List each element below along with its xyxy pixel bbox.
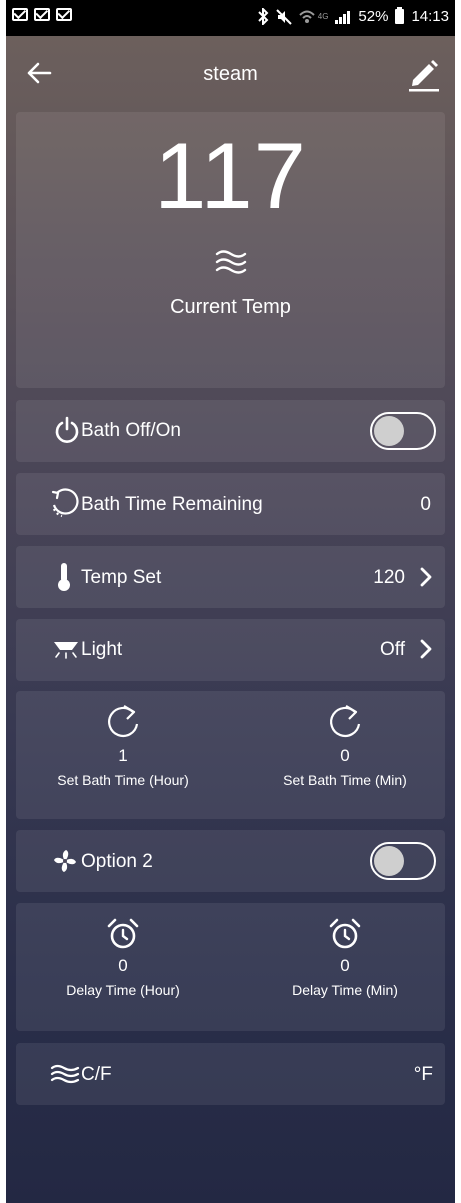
- network-type: 4G: [317, 12, 329, 21]
- alarm-clock-icon: [107, 918, 139, 949]
- steam-icon: [50, 1064, 80, 1084]
- chevron-right-icon: [420, 639, 432, 659]
- signal-icon: [335, 10, 351, 24]
- option2-row: Option 2: [16, 830, 445, 892]
- cf-row[interactable]: C/F °F: [16, 1043, 445, 1105]
- current-temp-label: Current Temp: [170, 296, 291, 318]
- bath-onoff-row: Bath Off/On: [16, 400, 445, 462]
- chevron-right-icon: [420, 567, 432, 587]
- cf-value: °F: [413, 1064, 433, 1085]
- mail-icon: [34, 8, 50, 21]
- battery-icon: [395, 7, 405, 24]
- temp-set-label: Temp Set: [81, 567, 162, 588]
- set-bath-time-hour-value: 1: [118, 746, 128, 765]
- wifi-icon: [299, 10, 315, 23]
- bath-time-remaining-label: Bath Time Remaining: [81, 494, 263, 515]
- battery-percent: 52%: [358, 8, 389, 25]
- mail-icon: [56, 8, 72, 21]
- set-bath-time-min-value: 0: [340, 746, 350, 765]
- toggle-knob: [374, 416, 404, 446]
- system-icons: 4G 52% 14:13: [257, 7, 449, 25]
- delay-time-min[interactable]: 0 Delay Time (Min): [238, 917, 452, 998]
- refresh-icon: [108, 705, 139, 738]
- power-icon: [55, 416, 79, 443]
- light-label: Light: [81, 639, 123, 660]
- delay-time-hour-value: 0: [118, 956, 128, 975]
- mail-icon: [12, 8, 28, 21]
- bath-time-remaining-row: Bath Time Remaining 0: [16, 473, 445, 535]
- cf-label: C/F: [81, 1064, 112, 1085]
- lamp-icon: [54, 642, 78, 659]
- option2-toggle[interactable]: [370, 842, 436, 880]
- delay-time-min-label: Delay Time (Min): [292, 982, 398, 998]
- set-bath-time-min[interactable]: 0 Set Bath Time (Min): [238, 703, 452, 788]
- edit-pencil-icon[interactable]: [407, 56, 441, 92]
- thermometer-icon: [58, 563, 70, 591]
- set-bath-time-hour[interactable]: 1 Set Bath Time (Hour): [16, 703, 230, 788]
- set-bath-time-min-label: Set Bath Time (Min): [283, 772, 407, 788]
- set-bath-time-hour-label: Set Bath Time (Hour): [57, 772, 189, 788]
- bath-onoff-label: Bath Off/On: [81, 420, 181, 441]
- current-temp-panel: 117 Current Temp: [16, 112, 445, 388]
- light-value: Off: [380, 639, 405, 660]
- bath-onoff-toggle[interactable]: [370, 412, 436, 450]
- set-bath-time-panel: 1 Set Bath Time (Hour) 0 Set Bath Time (…: [16, 691, 445, 819]
- option2-label: Option 2: [81, 851, 153, 872]
- status-bar: 4G 52% 14:13: [6, 0, 455, 36]
- alarm-clock-icon: [329, 918, 361, 949]
- delay-time-hour[interactable]: 0 Delay Time (Hour): [16, 917, 230, 998]
- current-temp-value: 117: [154, 123, 307, 228]
- page-title: steam: [203, 63, 258, 85]
- refresh-icon: [330, 705, 361, 738]
- clock: 14:13: [411, 8, 449, 25]
- timer-icon: [51, 488, 79, 518]
- app-bar: steam: [6, 36, 455, 112]
- toggle-knob: [374, 846, 404, 876]
- delay-time-min-value: 0: [340, 956, 350, 975]
- temp-set-row[interactable]: Temp Set 120: [16, 546, 445, 608]
- delay-time-panel: 0 Delay Time (Hour) 0 Delay Time (Min): [16, 903, 445, 1031]
- steam-icon: [215, 250, 247, 274]
- bluetooth-icon: [258, 8, 269, 25]
- mute-icon: [276, 8, 292, 25]
- fan-icon: [54, 850, 76, 872]
- bath-time-remaining-value: 0: [420, 494, 431, 515]
- delay-time-hour-label: Delay Time (Hour): [66, 982, 180, 998]
- temp-set-value: 120: [373, 567, 405, 588]
- notification-icons: [12, 8, 72, 21]
- app-screen: 4G 52% 14:13 steam 117 Current Temp Bath…: [6, 0, 455, 1203]
- light-row[interactable]: Light Off: [16, 619, 445, 681]
